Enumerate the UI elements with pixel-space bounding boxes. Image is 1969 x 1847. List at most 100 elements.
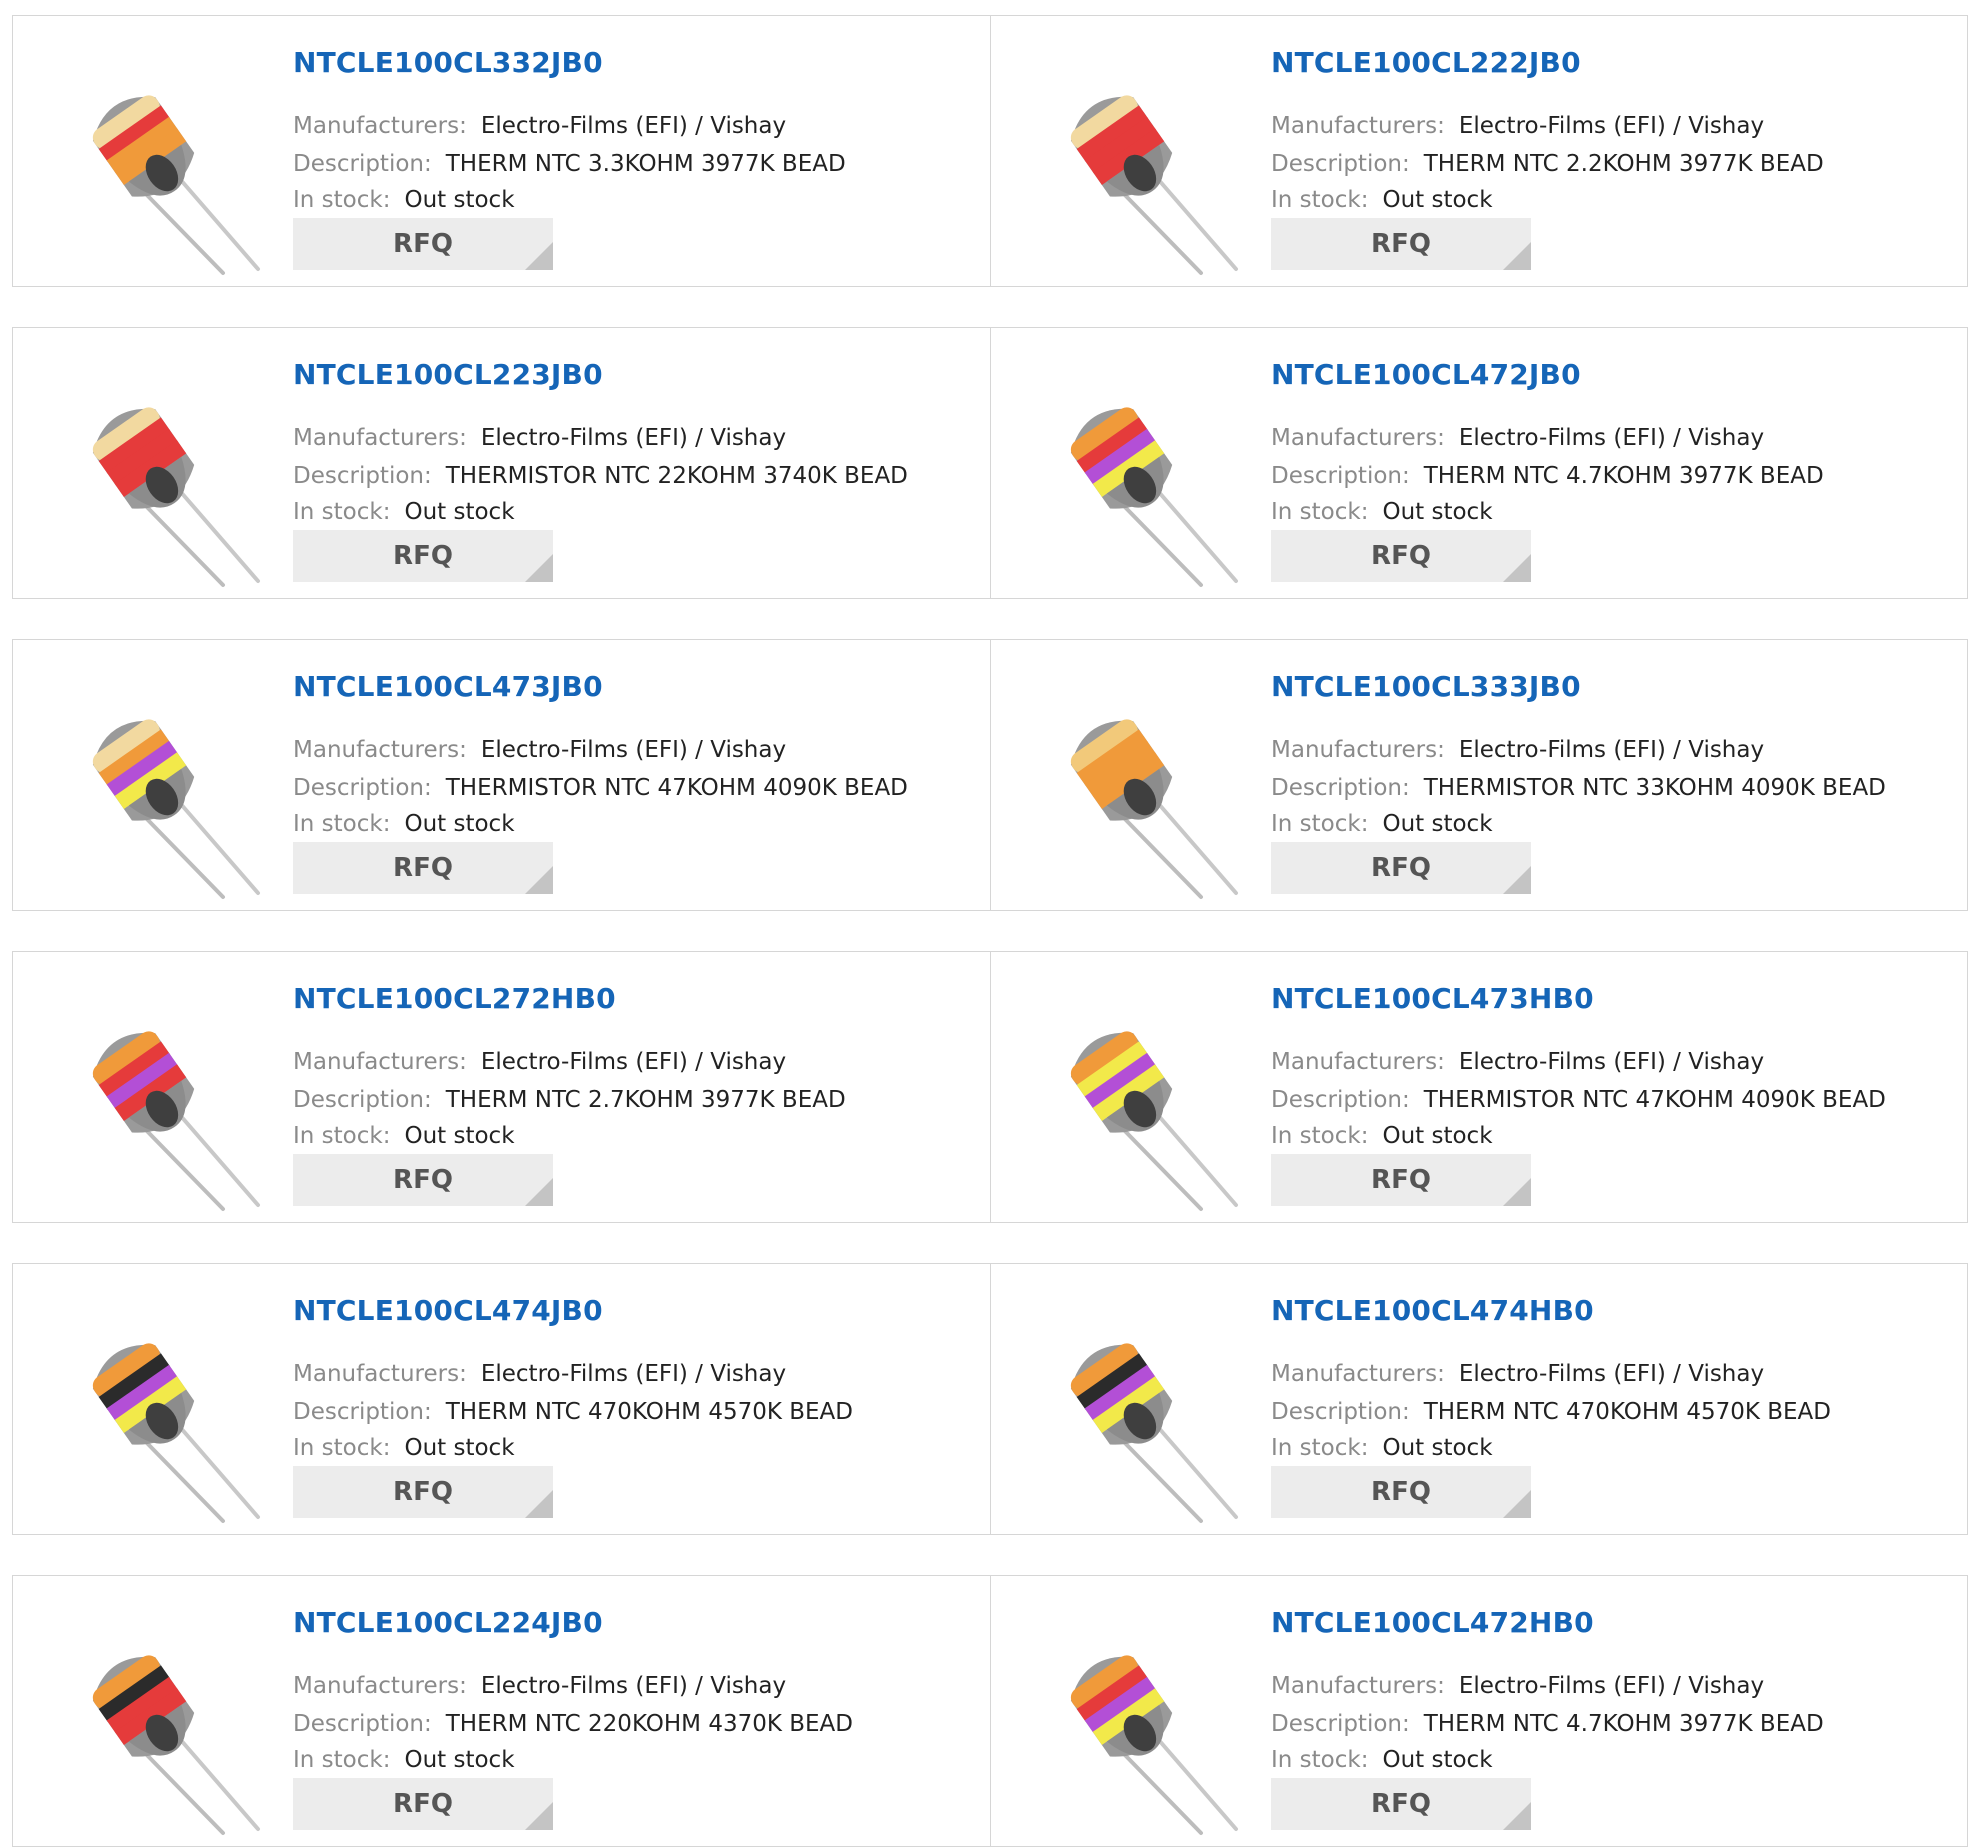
product-part-number-link[interactable]: NTCLE100CL473JB0 xyxy=(293,670,603,703)
rfq-button[interactable]: RFQ xyxy=(1271,1154,1531,1206)
description-value: THERM NTC 470KOHM 4570K BEAD xyxy=(445,1399,854,1425)
thermistor-bead-icon xyxy=(1070,1031,1238,1211)
rfq-button[interactable]: RFQ xyxy=(293,1778,553,1830)
thermistor-image[interactable] xyxy=(1031,51,1243,276)
rfq-corner-icon xyxy=(525,1490,553,1518)
stock-value: Out stock xyxy=(1382,1747,1493,1773)
manufacturer-value: Electro-Films (EFI) / Vishay xyxy=(1458,425,1765,451)
description-row: Description: THERMISTOR NTC 22KOHM 3740K … xyxy=(293,461,908,491)
manufacturers-label: Manufacturers: xyxy=(1271,1673,1445,1699)
manufacturer-row: Manufacturers: Electro-Films (EFI) / Vish… xyxy=(1271,111,1764,141)
product-part-number-link[interactable]: NTCLE100CL473HB0 xyxy=(1271,982,1594,1015)
rfq-label: RFQ xyxy=(1371,1789,1431,1819)
in-stock-label: In stock: xyxy=(1271,187,1369,213)
rfq-button[interactable]: RFQ xyxy=(293,218,553,270)
product-row: NTCLE100CL474JB0 Manufacturers: Electro-F… xyxy=(12,1263,1968,1535)
thermistor-bead-icon xyxy=(1070,1343,1238,1523)
product-row: NTCLE100CL224JB0 Manufacturers: Electro-F… xyxy=(12,1575,1968,1847)
stock-row: In stock: Out stock xyxy=(293,185,515,215)
rfq-label: RFQ xyxy=(1371,1477,1431,1507)
rfq-button[interactable]: RFQ xyxy=(293,530,553,582)
manufacturer-row: Manufacturers: Electro-Films (EFI) / Vish… xyxy=(293,111,786,141)
thermistor-image[interactable] xyxy=(53,1299,265,1524)
thermistor-image[interactable] xyxy=(1031,987,1243,1212)
rfq-button[interactable]: RFQ xyxy=(1271,530,1531,582)
description-label: Description: xyxy=(1271,1087,1410,1113)
product-part-number-link[interactable]: NTCLE100CL272HB0 xyxy=(293,982,616,1015)
product-part-number-link[interactable]: NTCLE100CL333JB0 xyxy=(1271,670,1581,703)
description-label: Description: xyxy=(1271,151,1410,177)
description-value: THERM NTC 2.7KOHM 3977K BEAD xyxy=(445,1087,846,1113)
thermistor-image[interactable] xyxy=(1031,363,1243,588)
product-card: NTCLE100CL222JB0 Manufacturers: Electro-F… xyxy=(990,16,1967,286)
rfq-label: RFQ xyxy=(393,229,453,259)
product-part-number-link[interactable]: NTCLE100CL474JB0 xyxy=(293,1294,603,1327)
rfq-corner-icon xyxy=(1503,1802,1531,1830)
in-stock-label: In stock: xyxy=(293,1123,391,1149)
rfq-corner-icon xyxy=(525,1178,553,1206)
thermistor-bead-icon xyxy=(92,1031,260,1211)
stock-value: Out stock xyxy=(1382,1435,1493,1461)
thermistor-bead-icon xyxy=(1070,407,1238,587)
product-row: NTCLE100CL223JB0 Manufacturers: Electro-F… xyxy=(12,327,1968,599)
product-part-number-link[interactable]: NTCLE100CL332JB0 xyxy=(293,46,603,79)
product-part-number-link[interactable]: NTCLE100CL223JB0 xyxy=(293,358,603,391)
rfq-button[interactable]: RFQ xyxy=(1271,1778,1531,1830)
manufacturer-row: Manufacturers: Electro-Films (EFI) / Vish… xyxy=(1271,1671,1764,1701)
manufacturers-label: Manufacturers: xyxy=(293,1673,467,1699)
thermistor-image[interactable] xyxy=(1031,1611,1243,1836)
stock-row: In stock: Out stock xyxy=(293,497,515,527)
manufacturer-row: Manufacturers: Electro-Films (EFI) / Vish… xyxy=(293,423,786,453)
description-label: Description: xyxy=(293,151,432,177)
manufacturers-label: Manufacturers: xyxy=(1271,1361,1445,1387)
rfq-button[interactable]: RFQ xyxy=(1271,218,1531,270)
rfq-button[interactable]: RFQ xyxy=(293,842,553,894)
thermistor-image[interactable] xyxy=(53,363,265,588)
description-row: Description: THERM NTC 2.2KOHM 3977K BEAD xyxy=(1271,149,1824,179)
manufacturers-label: Manufacturers: xyxy=(293,1049,467,1075)
in-stock-label: In stock: xyxy=(1271,1747,1369,1773)
rfq-label: RFQ xyxy=(393,1477,453,1507)
product-row: NTCLE100CL272HB0 Manufacturers: Electro-F… xyxy=(12,951,1968,1223)
manufacturer-value: Electro-Films (EFI) / Vishay xyxy=(480,1049,787,1075)
rfq-corner-icon xyxy=(1503,1490,1531,1518)
in-stock-label: In stock: xyxy=(293,187,391,213)
description-row: Description: THERM NTC 470KOHM 4570K BEAD xyxy=(1271,1397,1831,1427)
in-stock-label: In stock: xyxy=(1271,499,1369,525)
stock-value: Out stock xyxy=(404,811,515,837)
rfq-button[interactable]: RFQ xyxy=(1271,1466,1531,1518)
manufacturers-label: Manufacturers: xyxy=(1271,737,1445,763)
description-row: Description: THERM NTC 3.3KOHM 3977K BEAD xyxy=(293,149,846,179)
thermistor-image[interactable] xyxy=(1031,1299,1243,1524)
product-card: NTCLE100CL472JB0 Manufacturers: Electro-F… xyxy=(990,328,1967,598)
product-part-number-link[interactable]: NTCLE100CL224JB0 xyxy=(293,1606,603,1639)
product-part-number-link[interactable]: NTCLE100CL222JB0 xyxy=(1271,46,1581,79)
rfq-button[interactable]: RFQ xyxy=(293,1154,553,1206)
stock-row: In stock: Out stock xyxy=(293,1121,515,1151)
rfq-button[interactable]: RFQ xyxy=(1271,842,1531,894)
thermistor-image[interactable] xyxy=(53,675,265,900)
stock-row: In stock: Out stock xyxy=(1271,497,1493,527)
rfq-corner-icon xyxy=(525,242,553,270)
rfq-label: RFQ xyxy=(1371,541,1431,571)
description-label: Description: xyxy=(293,1399,432,1425)
manufacturer-row: Manufacturers: Electro-Films (EFI) / Vish… xyxy=(293,1671,786,1701)
thermistor-image[interactable] xyxy=(1031,675,1243,900)
stock-value: Out stock xyxy=(1382,499,1493,525)
description-row: Description: THERM NTC 220KOHM 4370K BEAD xyxy=(293,1709,853,1739)
thermistor-image[interactable] xyxy=(53,987,265,1212)
rfq-label: RFQ xyxy=(1371,229,1431,259)
product-part-number-link[interactable]: NTCLE100CL474HB0 xyxy=(1271,1294,1594,1327)
rfq-button[interactable]: RFQ xyxy=(293,1466,553,1518)
product-card: NTCLE100CL272HB0 Manufacturers: Electro-F… xyxy=(13,952,990,1222)
manufacturer-value: Electro-Films (EFI) / Vishay xyxy=(480,425,787,451)
product-part-number-link[interactable]: NTCLE100CL472HB0 xyxy=(1271,1606,1594,1639)
in-stock-label: In stock: xyxy=(1271,1435,1369,1461)
in-stock-label: In stock: xyxy=(293,499,391,525)
product-part-number-link[interactable]: NTCLE100CL472JB0 xyxy=(1271,358,1581,391)
thermistor-image[interactable] xyxy=(53,51,265,276)
thermistor-image[interactable] xyxy=(53,1611,265,1836)
product-card: NTCLE100CL473JB0 Manufacturers: Electro-F… xyxy=(13,640,990,910)
thermistor-bead-icon xyxy=(1070,1655,1238,1835)
rfq-label: RFQ xyxy=(393,853,453,883)
